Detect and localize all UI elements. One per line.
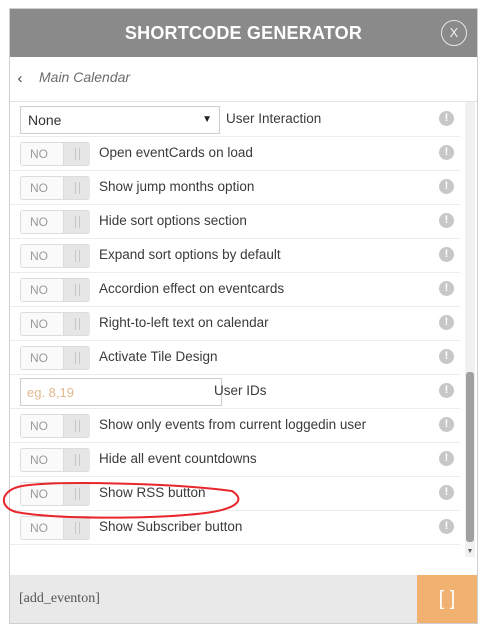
option-label: Right-to-left text on calendar bbox=[99, 315, 269, 330]
user-interaction-select[interactable]: None ▼ bbox=[20, 106, 220, 134]
toggle-knob bbox=[63, 313, 90, 335]
toggle-switch[interactable]: NO bbox=[20, 142, 90, 166]
option-label: User IDs bbox=[214, 383, 267, 398]
info-icon[interactable]: ! bbox=[439, 179, 454, 194]
option-label: Open eventCards on load bbox=[99, 145, 253, 160]
breadcrumb: ‹ Main Calendar bbox=[10, 57, 477, 102]
option-label: Hide all event countdowns bbox=[99, 451, 257, 466]
info-icon[interactable]: ! bbox=[439, 451, 454, 466]
option-row-expand-sort: NO Expand sort options by default ! bbox=[10, 238, 460, 273]
modal-footer: [add_eventon] [ ] bbox=[10, 575, 477, 623]
toggle-switch[interactable]: NO bbox=[20, 414, 90, 438]
toggle-knob bbox=[63, 415, 90, 437]
info-icon[interactable]: ! bbox=[439, 485, 454, 500]
toggle-switch[interactable]: NO bbox=[20, 244, 90, 268]
select-value: None bbox=[28, 112, 62, 128]
toggle-switch[interactable]: NO bbox=[20, 312, 90, 336]
toggle-state: NO bbox=[30, 521, 48, 535]
back-chevron-icon[interactable]: ‹ bbox=[10, 57, 30, 101]
shortcode-output: [add_eventon] bbox=[19, 591, 100, 606]
option-row-accordion: NO Accordion effect on eventcards ! bbox=[10, 272, 460, 307]
toggle-knob bbox=[63, 279, 90, 301]
toggle-knob bbox=[63, 347, 90, 369]
info-icon[interactable]: ! bbox=[439, 417, 454, 432]
toggle-state: NO bbox=[30, 147, 48, 161]
toggle-state: NO bbox=[30, 351, 48, 365]
scroll-down-arrow-icon[interactable]: ▼ bbox=[465, 547, 475, 557]
info-icon[interactable]: ! bbox=[439, 145, 454, 160]
toggle-knob bbox=[63, 449, 90, 471]
scrollbar-thumb[interactable] bbox=[466, 372, 474, 542]
option-label: Show RSS button bbox=[99, 485, 206, 500]
toggle-switch[interactable]: NO bbox=[20, 482, 90, 506]
toggle-switch[interactable]: NO bbox=[20, 278, 90, 302]
shortcode-generator-modal: SHORTCODE GENERATOR X ‹ Main Calendar No… bbox=[10, 9, 477, 623]
info-icon[interactable]: ! bbox=[439, 281, 454, 296]
option-row-countdowns: NO Hide all event countdowns ! bbox=[10, 442, 460, 477]
option-row-rtl: NO Right-to-left text on calendar ! bbox=[10, 306, 460, 341]
option-label: Show Subscriber button bbox=[99, 519, 243, 534]
info-icon[interactable]: ! bbox=[439, 213, 454, 228]
option-row-hide-sort: NO Hide sort options section ! bbox=[10, 204, 460, 239]
option-label: Activate Tile Design bbox=[99, 349, 218, 364]
info-icon[interactable]: ! bbox=[439, 315, 454, 330]
modal-header: SHORTCODE GENERATOR X bbox=[10, 9, 477, 57]
toggle-state: NO bbox=[30, 419, 48, 433]
toggle-knob bbox=[63, 245, 90, 267]
toggle-knob bbox=[63, 517, 90, 539]
toggle-state: NO bbox=[30, 453, 48, 467]
info-icon[interactable]: ! bbox=[439, 519, 454, 534]
option-label: Hide sort options section bbox=[99, 213, 247, 228]
option-row-jump-months: NO Show jump months option ! bbox=[10, 170, 460, 205]
close-button[interactable]: X bbox=[441, 20, 467, 46]
toggle-switch[interactable]: NO bbox=[20, 448, 90, 472]
option-row-subscriber: NO Show Subscriber button ! bbox=[10, 510, 460, 545]
option-label: Accordion effect on eventcards bbox=[99, 281, 285, 296]
info-icon[interactable]: ! bbox=[439, 111, 454, 126]
option-label: Show only events from current loggedin u… bbox=[99, 417, 367, 432]
toggle-knob bbox=[63, 177, 90, 199]
modal-title: SHORTCODE GENERATOR bbox=[124, 23, 363, 43]
toggle-state: NO bbox=[30, 487, 48, 501]
toggle-switch[interactable]: NO bbox=[20, 516, 90, 540]
toggle-switch[interactable]: NO bbox=[20, 346, 90, 370]
info-icon[interactable]: ! bbox=[439, 349, 454, 364]
info-icon[interactable]: ! bbox=[439, 383, 454, 398]
copy-shortcode-button[interactable]: [ ] bbox=[417, 575, 477, 623]
toggle-state: NO bbox=[30, 249, 48, 263]
user-ids-input[interactable] bbox=[20, 378, 222, 406]
dropdown-arrow-icon: ▼ bbox=[202, 114, 212, 125]
option-row-user-interaction: None ▼ User Interaction ! bbox=[10, 102, 460, 137]
option-row-tile-design: NO Activate Tile Design ! bbox=[10, 340, 460, 375]
toggle-switch[interactable]: NO bbox=[20, 176, 90, 200]
option-label: User Interaction bbox=[226, 111, 322, 126]
option-label: Show jump months option bbox=[99, 179, 255, 194]
option-row-loggedin-user: NO Show only events from current loggedi… bbox=[10, 408, 460, 443]
option-row-open-eventcards: NO Open eventCards on load ! bbox=[10, 136, 460, 171]
option-row-user-ids: User IDs ! bbox=[10, 374, 460, 409]
scrollbar[interactable]: ▼ bbox=[465, 102, 475, 557]
toggle-state: NO bbox=[30, 215, 48, 229]
option-row-rss: NO Show RSS button ! bbox=[10, 476, 460, 511]
toggle-knob bbox=[63, 211, 90, 233]
toggle-state: NO bbox=[30, 181, 48, 195]
info-icon[interactable]: ! bbox=[439, 247, 454, 262]
toggle-state: NO bbox=[30, 317, 48, 331]
option-label: Expand sort options by default bbox=[99, 247, 281, 262]
toggle-switch[interactable]: NO bbox=[20, 210, 90, 234]
toggle-knob bbox=[63, 483, 90, 505]
toggle-state: NO bbox=[30, 283, 48, 297]
toggle-knob bbox=[63, 143, 90, 165]
breadcrumb-main-calendar: Main Calendar bbox=[39, 69, 131, 85]
